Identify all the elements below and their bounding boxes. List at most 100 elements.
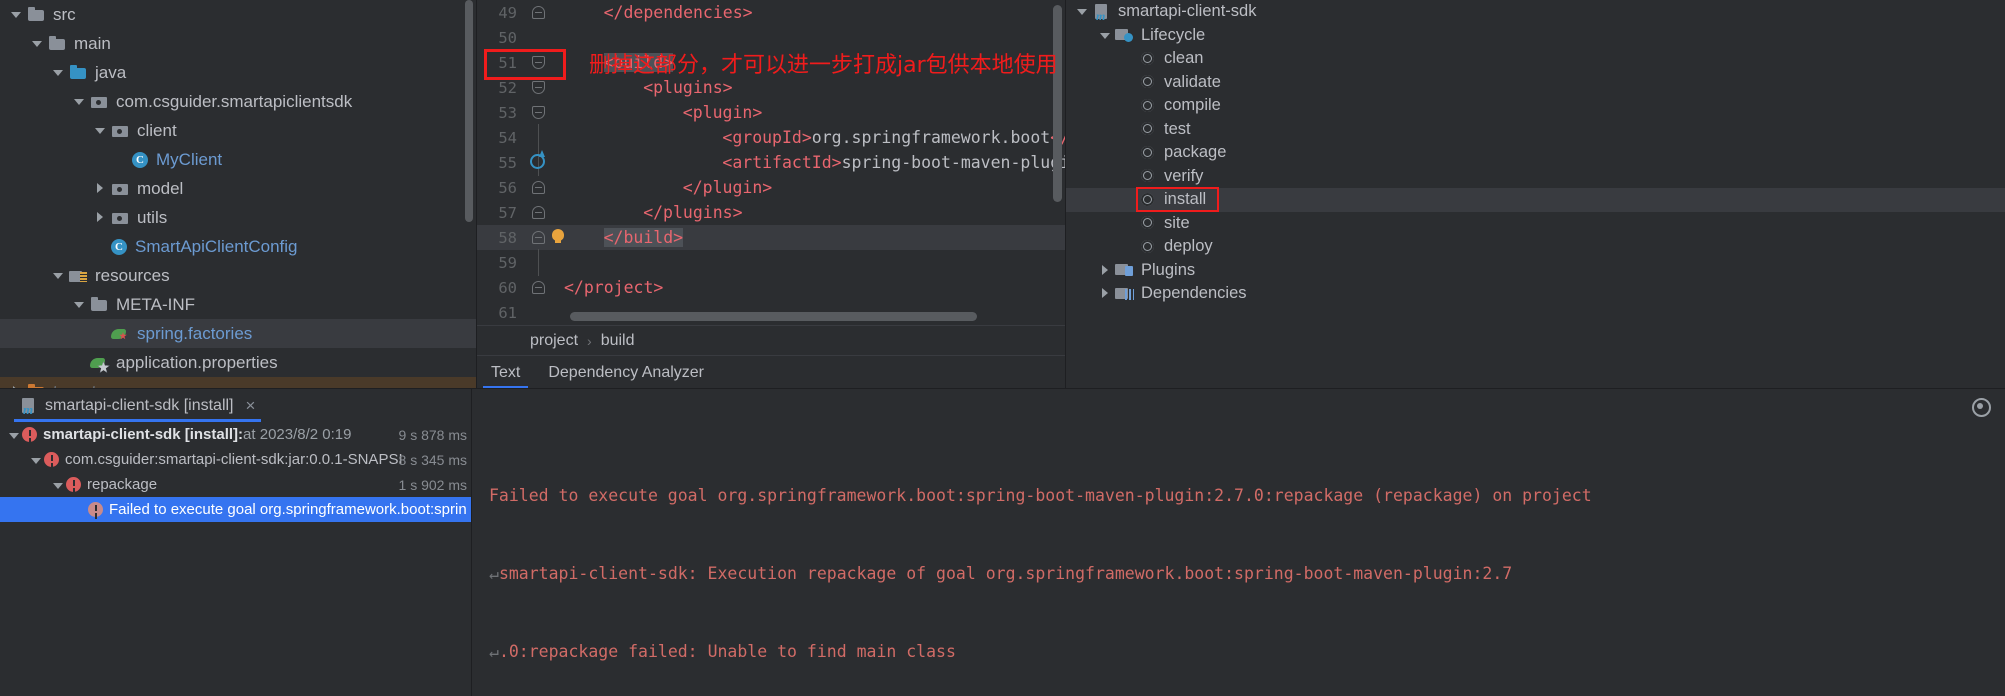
code-fold-end-icon[interactable] bbox=[532, 231, 545, 244]
project-tree-item-meta-inf[interactable]: META-INF bbox=[0, 290, 476, 319]
maven-tree-item-install[interactable]: install bbox=[1066, 187, 2005, 212]
maven-tree-item-lifecycle[interactable]: Lifecycle bbox=[1066, 24, 2005, 48]
build-tree-row[interactable]: repackage 1 s 902 ms bbox=[0, 472, 471, 497]
maven-tree-item-validate[interactable]: validate bbox=[1066, 71, 2005, 95]
maven-tree-item-site[interactable]: site bbox=[1066, 212, 2005, 236]
chevron-down-icon[interactable] bbox=[1074, 3, 1091, 20]
project-tree-item-application-properties[interactable]: application.properties bbox=[0, 348, 476, 377]
chevron-down-icon[interactable] bbox=[50, 267, 67, 284]
chevron-right-icon[interactable] bbox=[1097, 262, 1114, 279]
plugins-folder-icon bbox=[1115, 261, 1135, 279]
code-fold-end-icon[interactable] bbox=[532, 181, 545, 194]
chevron-down-icon[interactable] bbox=[71, 93, 88, 110]
project-tree-item-model[interactable]: model bbox=[0, 174, 476, 203]
chevron-down-icon[interactable] bbox=[8, 6, 25, 23]
gutter-icons[interactable] bbox=[524, 75, 564, 100]
project-tree-item-resources[interactable]: resources bbox=[0, 261, 476, 290]
chevron-down-icon[interactable] bbox=[50, 477, 66, 493]
run-tab-smartapi-client-sdk-install[interactable]: smartapi-client-sdk [install] × bbox=[14, 389, 262, 422]
project-tree-item-utils[interactable]: utils bbox=[0, 203, 476, 232]
maven-tree-item-package[interactable]: package bbox=[1066, 141, 2005, 165]
tab-text[interactable]: Text bbox=[477, 356, 534, 389]
chevron-right-icon[interactable] bbox=[1097, 285, 1114, 302]
chevron-down-icon[interactable] bbox=[28, 452, 44, 468]
maven-tree[interactable]: smartapi-client-sdk Lifecycle clean validat… bbox=[1066, 0, 2005, 306]
maven-tree-item-verify[interactable]: verify bbox=[1066, 165, 2005, 189]
run-maven-gutter-icon[interactable] bbox=[530, 150, 545, 169]
build-tree-row[interactable]: smartapi-client-sdk [install]: at 2023/8… bbox=[0, 422, 471, 447]
gutter-icons[interactable] bbox=[524, 149, 564, 176]
run-tab-bar[interactable]: smartapi-client-sdk [install] × bbox=[0, 389, 2005, 422]
settings-gear-icon[interactable] bbox=[1970, 396, 1991, 417]
project-tree-item-src[interactable]: src bbox=[0, 0, 476, 29]
maven-tree-item-clean[interactable]: clean bbox=[1066, 47, 2005, 71]
breadcrumb-item-build[interactable]: build bbox=[601, 332, 635, 350]
gutter-icons[interactable] bbox=[524, 249, 564, 276]
chevron-down-icon[interactable] bbox=[6, 427, 22, 443]
chevron-right-icon[interactable] bbox=[92, 180, 109, 197]
maven-tree-item-test[interactable]: test bbox=[1066, 118, 2005, 142]
editor-horizontal-scrollbar[interactable] bbox=[570, 312, 977, 321]
gutter-icons[interactable] bbox=[524, 25, 564, 50]
code-fold-start-icon[interactable] bbox=[532, 81, 545, 94]
chevron-down-icon[interactable] bbox=[92, 122, 109, 139]
gutter-icons[interactable] bbox=[524, 100, 564, 125]
editor-vertical-scrollbar[interactable] bbox=[1053, 5, 1062, 202]
code-fold-start-icon[interactable] bbox=[532, 56, 545, 69]
code-line-57[interactable]: 57 </plugins> bbox=[477, 200, 1065, 225]
build-result-tree[interactable]: smartapi-client-sdk [install]: at 2023/8… bbox=[0, 422, 471, 696]
code-line-59[interactable]: 59 bbox=[477, 249, 1065, 276]
code-fold-end-icon[interactable] bbox=[532, 281, 545, 294]
maven-tool-window[interactable]: smartapi-client-sdk Lifecycle clean validat… bbox=[1066, 0, 2005, 389]
gutter-icons[interactable] bbox=[524, 275, 564, 300]
tab-dependency-analyzer[interactable]: Dependency Analyzer bbox=[534, 356, 718, 389]
build-tree-row[interactable]: com.csguider:smartapi-client-sdk:jar:0.0… bbox=[0, 447, 471, 472]
gutter-icons[interactable] bbox=[524, 124, 564, 151]
project-tree-item-main[interactable]: main bbox=[0, 29, 476, 58]
breadcrumb-item-project[interactable]: project bbox=[530, 332, 578, 350]
gutter-icons[interactable] bbox=[524, 200, 564, 225]
project-tree-item-com-csguider-smartapiclientsdk[interactable]: com.csguider.smartapiclientsdk bbox=[0, 87, 476, 116]
project-tree-item-myclient[interactable]: C MyClient bbox=[0, 145, 476, 174]
maven-tree-item-smartapi-client-sdk[interactable]: smartapi-client-sdk bbox=[1066, 0, 2005, 24]
breadcrumb[interactable]: project › build bbox=[477, 326, 1065, 355]
run-tool-window[interactable]: smartapi-client-sdk [install] × smartapi… bbox=[0, 389, 2005, 696]
project-vertical-scrollbar[interactable] bbox=[465, 0, 473, 222]
close-icon[interactable]: × bbox=[246, 396, 256, 416]
code-line-54[interactable]: 54 <groupId>org.springframework.boot</gro… bbox=[477, 124, 1065, 151]
project-tree-item-java[interactable]: java bbox=[0, 58, 476, 87]
chevron-right-icon[interactable] bbox=[92, 209, 109, 226]
maven-tree-item-deploy[interactable]: deploy bbox=[1066, 235, 2005, 259]
code-fold-end-icon[interactable] bbox=[532, 206, 545, 219]
code-line-56[interactable]: 56 </plugin> bbox=[477, 175, 1065, 200]
chevron-down-icon[interactable] bbox=[71, 296, 88, 313]
gutter-icons[interactable] bbox=[524, 0, 564, 25]
chevron-down-icon[interactable] bbox=[50, 64, 67, 81]
editor-bottom-tabs[interactable]: Text Dependency Analyzer bbox=[477, 356, 1065, 389]
code-fold-end-icon[interactable] bbox=[532, 6, 545, 19]
code-fold-start-icon[interactable] bbox=[532, 106, 545, 119]
line-number: 53 bbox=[498, 103, 517, 122]
gutter-icons[interactable] bbox=[524, 175, 564, 200]
project-tree-item-smartapiclientconfig[interactable]: C SmartApiClientConfig bbox=[0, 232, 476, 261]
project-tree-item-spring-factories[interactable]: spring.factories bbox=[0, 319, 476, 348]
gutter-icons[interactable] bbox=[524, 225, 564, 250]
code-line-49[interactable]: 49 </dependencies> bbox=[477, 0, 1065, 25]
code-line-55[interactable]: 55 <artifactId>spring-boot-maven-plugin</… bbox=[477, 149, 1065, 176]
maven-tree-item-plugins[interactable]: Plugins bbox=[1066, 259, 2005, 283]
gutter-icons[interactable] bbox=[524, 50, 564, 75]
gutter-icons[interactable] bbox=[524, 300, 564, 325]
project-tree-item-client[interactable]: client bbox=[0, 116, 476, 145]
chevron-down-icon[interactable] bbox=[29, 35, 46, 52]
chevron-down-icon[interactable] bbox=[1097, 27, 1114, 44]
maven-tree-item-dependencies[interactable]: Dependencies bbox=[1066, 282, 2005, 306]
code-line-53[interactable]: 53 <plugin> bbox=[477, 100, 1065, 125]
lightbulb-icon[interactable] bbox=[552, 229, 564, 243]
project-tree-item-label: utils bbox=[137, 208, 168, 227]
code-line-60[interactable]: 60 </project> bbox=[477, 275, 1065, 300]
build-output-console[interactable]: Failed to execute goal org.springframewo… bbox=[472, 422, 2005, 696]
build-tree-row[interactable]: Failed to execute goal org.springframewo… bbox=[0, 497, 471, 522]
code-line-58[interactable]: 58 </build> bbox=[477, 225, 1065, 250]
maven-tree-item-compile[interactable]: compile bbox=[1066, 94, 2005, 118]
